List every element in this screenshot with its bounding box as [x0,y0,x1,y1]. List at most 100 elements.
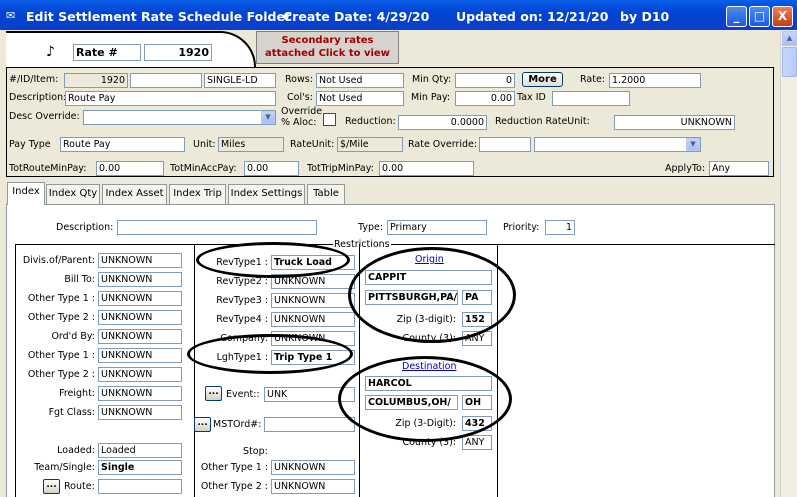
updated-by: by D10 [620,9,670,24]
cols-label: Col's: [287,92,313,103]
destination-zip-field[interactable]: 432 [462,416,492,431]
lghtype1-label: LghType1 : [216,352,268,363]
tax-id-field[interactable] [552,91,630,106]
loaded-field[interactable]: Loaded [98,443,182,458]
apply-to-field[interactable]: Any [709,161,769,176]
company-field[interactable]: UNKNOWN [271,331,355,346]
destination-county-field[interactable]: ANY [462,435,492,450]
rate-unit-field: $/Mile [337,137,403,152]
fgt-class-label: Fgt Class: [48,407,95,418]
minimize-button[interactable]: _ [726,6,747,27]
destination-link[interactable]: Destination [402,360,457,373]
reduction-field[interactable]: 0.0000 [398,115,487,130]
rate-label: Rate # [73,44,141,61]
tot-route-min-pay-field[interactable]: 0.00 [96,161,164,176]
bill-to-field[interactable]: UNKNOWN [98,272,182,287]
route-field[interactable] [98,479,182,494]
freight-field[interactable]: UNKNOWN [98,386,182,401]
tab-index-qty[interactable]: Index Qty [46,184,100,204]
cols-field[interactable]: Not Used [316,91,404,106]
override-alloc-checkbox[interactable] [323,113,336,126]
bill-other-type2-field[interactable]: UNKNOWN [98,310,182,325]
mstord-field[interactable] [264,417,355,432]
origin-name-field[interactable]: CAPPIT [365,270,492,285]
rows-label: Rows: [285,74,313,85]
mstord-lookup-button[interactable]: ... [194,417,211,432]
more-button[interactable]: More [522,72,563,87]
route-label: Route: [64,481,95,492]
title-bar: ✉ Edit Settlement Rate Schedule Folder C… [0,0,797,30]
desc-override-select[interactable] [83,110,276,125]
stop-other-type2-field[interactable]: UNKNOWN [271,479,355,494]
window-title: Edit Settlement Rate Schedule Folder [26,9,292,24]
origin-county-label: County (3): [402,333,456,344]
reduction-rate-unit-field[interactable]: UNKNOWN [614,115,735,130]
music-note-icon: ♪ [46,44,55,60]
revtype1-field[interactable]: Truck Load [271,255,355,270]
origin-zip-field[interactable]: 152 [462,312,492,327]
rate-field[interactable]: 1.2000 [609,73,701,88]
destination-name-field[interactable]: HARCOL [365,376,492,391]
tab-index-settings[interactable]: Index Settings [228,184,305,204]
chevron-down-icon[interactable]: ▼ [261,111,275,124]
ord-other-type1-field[interactable]: UNKNOWN [98,348,182,363]
ord-other-type2-field[interactable]: UNKNOWN [98,367,182,382]
tot-trip-min-pay-field[interactable]: 0.00 [379,161,474,176]
tab-table[interactable]: Table [307,184,345,204]
bill-other-type1-label: Other Type 1 : [27,293,95,304]
min-pay-field[interactable]: 0.00 [455,91,515,106]
maximize-button[interactable]: □ [749,6,770,27]
id-item-code-field[interactable]: SINGLE-LD [204,73,276,88]
unit-field: Miles [218,137,284,152]
origin-city-field[interactable]: PITTSBURGH,PA/ [365,290,458,305]
rate-override-select[interactable] [534,137,701,152]
ord-other-type2-label: Other Type 2 : [27,369,95,380]
stop-other-type1-field[interactable]: UNKNOWN [271,460,355,475]
description-field[interactable]: Route Pay [65,91,276,106]
index-description-label: Description: [56,222,114,233]
index-description-field[interactable] [117,220,317,235]
team-single-field[interactable]: Single [98,460,182,475]
rate-number-field[interactable]: 1920 [144,44,212,61]
chevron-down-icon[interactable]: ▼ [686,138,700,151]
reduction-label: Reduction: [345,116,396,127]
tot-min-acc-pay-field[interactable]: 0.00 [244,161,299,176]
revtype4-field[interactable]: UNKNOWN [271,312,355,327]
event-field[interactable]: UNK [264,387,355,402]
destination-zip-label: Zip (3-Digit): [395,418,456,429]
rows-field[interactable]: Not Used [316,73,404,88]
origin-county-field[interactable]: ANY [462,331,492,346]
priority-field[interactable]: 1 [545,220,575,235]
rate-label: Rate: [580,74,605,85]
pay-type-field[interactable]: Route Pay [60,137,185,152]
min-pay-label: Min Pay: [411,92,451,103]
tab-index-trip[interactable]: Index Trip [169,184,226,204]
event-lookup-button[interactable]: ... [205,386,222,401]
fgt-class-field[interactable]: UNKNOWN [98,405,182,420]
revtype3-field[interactable]: UNKNOWN [271,293,355,308]
tab-index[interactable]: Index [7,182,45,205]
divis-parent-field[interactable]: UNKNOWN [98,253,182,268]
secondary-rates-button[interactable]: Secondary rates attached Click to view [256,31,399,64]
close-button[interactable]: X [772,6,793,27]
route-lookup-button[interactable]: ... [43,479,60,494]
bill-other-type1-field[interactable]: UNKNOWN [98,291,182,306]
index-type-field[interactable]: Primary [387,220,487,235]
origin-state-field[interactable]: PA [462,290,492,305]
override-alloc-label: Override% Aloc: [281,106,322,128]
destination-state-field[interactable]: OH [462,395,492,410]
create-date: Create Date: 4/29/20 [283,9,430,24]
lghtype1-field[interactable]: Trip Type 1 [271,350,355,365]
scroll-thumb[interactable] [782,47,797,77]
vertical-scrollbar[interactable]: ▲ [780,30,797,497]
rate-override-field[interactable] [479,137,531,152]
ordered-by-field[interactable]: UNKNOWN [98,329,182,344]
destination-city-field[interactable]: COLUMBUS,OH/ [365,395,458,410]
revtype2-field[interactable]: UNKNOWN [271,274,355,289]
id-item-blank-field[interactable] [130,73,202,88]
origin-link[interactable]: Origin [415,253,444,266]
origin-zip-label: Zip (3-digit): [396,314,456,325]
min-qty-field[interactable]: 0 [455,73,515,88]
tab-index-asset[interactable]: Index Asset [102,184,167,204]
scroll-up-arrow-icon[interactable]: ▲ [782,31,797,46]
